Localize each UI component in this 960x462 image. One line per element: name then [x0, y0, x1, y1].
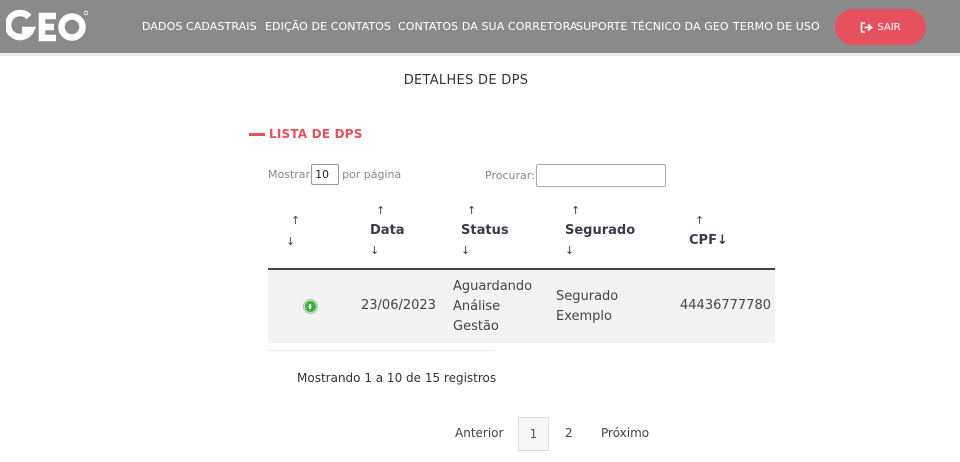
sort-desc-icon[interactable]: ↓ [370, 244, 379, 257]
column-header-segurado[interactable]: Segurado [565, 223, 635, 238]
nav-dados-cadastrais[interactable]: DADOS CADASTRAIS [142, 20, 257, 33]
cell-cpf: 44436777780 [680, 298, 771, 313]
table-bottom-divider [268, 350, 495, 351]
cell-status-line2: Análise [453, 299, 501, 314]
table-info: Mostrando 1 a 10 de 15 registros [297, 371, 497, 385]
search-control: Procurar: [485, 164, 666, 187]
column-header-data[interactable]: Data [370, 223, 405, 238]
sort-desc-icon[interactable]: ↓ [461, 244, 470, 257]
cell-data: 23/06/2023 [361, 298, 436, 313]
nav-edicao-contatos[interactable]: EDIÇÃO DE CONTATOS [265, 20, 391, 33]
sort-asc-icon[interactable]: ↑ [467, 204, 476, 217]
page-size-select[interactable]: 10 [311, 164, 340, 185]
main-nav: DADOS CADASTRAIS EDIÇÃO DE CONTATOS CONT… [0, 0, 960, 53]
pagination-next[interactable]: Próximo [601, 426, 649, 440]
logout-button[interactable]: SAIR [835, 9, 926, 45]
section-title: LISTA DE DPS [269, 127, 363, 141]
sort-asc-icon[interactable]: ↑ [376, 204, 385, 217]
sort-asc-icon[interactable]: ↑ [571, 204, 580, 217]
cell-segurado-line1: Segurado [556, 289, 619, 304]
nav-termo-uso[interactable]: TERMO DE USO [733, 20, 820, 33]
plus-circle-icon[interactable] [304, 300, 317, 313]
nav-contatos-corretora[interactable]: CONTATOS DA SUA CORRETORA [398, 20, 578, 33]
sort-desc-icon: ↓ [716, 233, 728, 248]
column-header-cpf[interactable]: CPF↓ [689, 233, 728, 248]
logout-label: SAIR [877, 21, 901, 33]
cell-status-line3: Gestão [453, 319, 499, 334]
section-accent-bar [249, 132, 265, 136]
show-label: Mostrar [268, 168, 311, 181]
sort-desc-icon[interactable]: ↓ [286, 235, 295, 248]
section-heading: LISTA DE DPS [249, 127, 363, 141]
search-label: Procurar: [485, 169, 535, 182]
sort-asc-icon[interactable]: ↑ [291, 214, 300, 227]
column-header-status[interactable]: Status [461, 223, 509, 238]
search-input[interactable] [535, 164, 666, 187]
page-length-control: Mostrar 10 por página [268, 164, 401, 185]
column-header-cpf-label: CPF [689, 233, 717, 248]
pagination-previous[interactable]: Anterior [455, 426, 503, 440]
page-title: DETALHES DE DPS [403, 73, 529, 88]
sign-out-icon [861, 21, 874, 33]
sort-desc-icon[interactable]: ↓ [565, 244, 574, 257]
pagination-page-1[interactable]: 1 [518, 417, 549, 451]
header-divider [0, 53, 960, 56]
per-page-label: por página [342, 168, 402, 181]
cell-status-line1: Aguardando [453, 279, 533, 294]
pagination-page-2[interactable]: 2 [565, 426, 573, 440]
sort-asc-icon[interactable]: ↑ [695, 214, 704, 227]
nav-suporte-tecnico[interactable]: SUPORTE TÉCNICO DA GEO [576, 20, 729, 33]
cell-segurado-line2: Exemplo [556, 309, 612, 324]
top-navbar: DADOS CADASTRAIS EDIÇÃO DE CONTATOS CONT… [0, 0, 960, 53]
